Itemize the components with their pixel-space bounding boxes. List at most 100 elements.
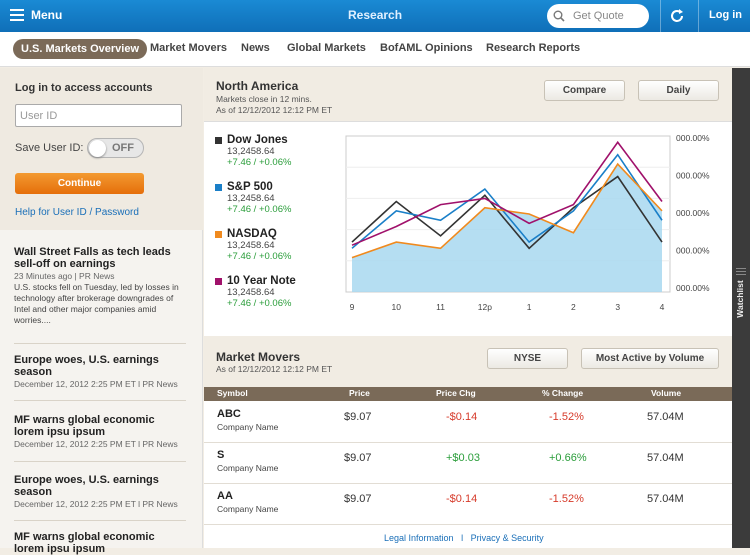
privacy-link[interactable]: Privacy & Security bbox=[471, 533, 544, 543]
page-title: Research bbox=[348, 8, 403, 22]
divider bbox=[14, 520, 186, 521]
nyse-button[interactable]: NYSE bbox=[487, 348, 568, 369]
refresh-button[interactable] bbox=[668, 7, 686, 30]
y-tick-label: 000.00% bbox=[676, 283, 710, 293]
login-link[interactable]: Log in bbox=[709, 9, 742, 21]
news-title: MF warns global economic lorem ipsu ipsu… bbox=[14, 531, 155, 555]
section-title: Market Movers bbox=[216, 350, 301, 364]
price-change: -$0.14 bbox=[446, 411, 478, 423]
y-tick-label: 000.00% bbox=[676, 246, 710, 256]
price: $9.07 bbox=[344, 411, 372, 423]
tab-news[interactable]: News bbox=[241, 42, 270, 54]
footer-separator: l bbox=[461, 533, 464, 543]
market-movers-header: Market Movers As of 12/12/2012 12:12 PM … bbox=[204, 336, 732, 387]
divider bbox=[14, 343, 186, 344]
divider bbox=[14, 400, 186, 401]
user-id-input[interactable]: User ID bbox=[15, 104, 182, 127]
tab-global-markets[interactable]: Global Markets bbox=[287, 42, 366, 54]
search-icon bbox=[553, 10, 565, 22]
main-content: North America Markets close in 12 mins. … bbox=[204, 68, 732, 548]
table-row[interactable]: AA Company Name $9.07 -$0.14 -1.52% 57.04M bbox=[204, 484, 732, 525]
x-tick-label: 1 bbox=[527, 302, 532, 312]
most-active-button[interactable]: Most Active by Volume bbox=[581, 348, 719, 369]
symbol: S bbox=[217, 449, 225, 461]
menu-button[interactable]: Menu bbox=[10, 8, 62, 22]
tab-market-movers[interactable]: Market Movers bbox=[150, 42, 227, 54]
table-row[interactable]: S Company Name $9.07 +$0.03 +0.66% 57.04M bbox=[204, 443, 732, 484]
north-america-header: North America Markets close in 12 mins. … bbox=[204, 68, 732, 122]
tab-research-reports[interactable]: Research Reports bbox=[486, 42, 580, 54]
percent-change: -1.52% bbox=[549, 493, 584, 505]
compare-button[interactable]: Compare bbox=[544, 80, 625, 101]
news-item[interactable]: Europe woes, U.S. earnings season Decemb… bbox=[14, 474, 186, 510]
menu-label: Menu bbox=[31, 8, 63, 22]
as-of-timestamp: As of 12/12/2012 12:12 PM ET bbox=[216, 105, 333, 115]
news-meta: December 12, 2012 2:25 PM ET l PR News bbox=[14, 379, 178, 389]
divider bbox=[660, 0, 661, 32]
company-name: Company Name bbox=[217, 463, 279, 473]
x-tick-label: 4 bbox=[660, 302, 665, 312]
table-header: Symbol Price Price Chg % Change Volume bbox=[204, 387, 732, 401]
y-tick-label: 000.00% bbox=[676, 171, 710, 181]
hamburger-icon bbox=[10, 9, 24, 21]
toggle-state: OFF bbox=[112, 142, 134, 154]
as-of-timestamp: As of 12/12/2012 12:12 PM ET bbox=[216, 364, 333, 374]
tab-bofaml-opinions[interactable]: BofAML Opinions bbox=[380, 42, 473, 54]
divider bbox=[14, 461, 186, 462]
x-tick-label: 9 bbox=[350, 302, 355, 312]
divider bbox=[698, 0, 699, 32]
price-change: +$0.03 bbox=[446, 452, 480, 464]
x-tick-label: 11 bbox=[436, 302, 445, 312]
percent-change: +0.66% bbox=[549, 452, 587, 464]
news-item[interactable]: Wall Street Falls as tech leads sell-off… bbox=[14, 246, 186, 326]
news-meta: December 12, 2012 2:25 PM ET l PR News bbox=[14, 499, 178, 509]
continue-button[interactable]: Continue bbox=[15, 173, 144, 194]
x-tick-label: 2 bbox=[571, 302, 576, 312]
price: $9.07 bbox=[344, 452, 372, 464]
get-quote-input[interactable]: Get Quote bbox=[547, 4, 649, 28]
nav-tabs: U.S. Markets Overview Market Movers News… bbox=[0, 32, 750, 67]
news-title: MF warns global economic lorem ipsu ipsu… bbox=[14, 414, 155, 438]
x-tick-label: 3 bbox=[615, 302, 620, 312]
price-change: -$0.14 bbox=[446, 493, 478, 505]
company-name: Company Name bbox=[217, 504, 279, 514]
news-meta: 23 Minutes ago | PR News bbox=[14, 271, 115, 281]
toggle-knob bbox=[89, 140, 106, 157]
left-panel: Log in to access accounts User ID Save U… bbox=[0, 68, 203, 555]
news-title: Wall Street Falls as tech leads sell-off… bbox=[14, 246, 171, 270]
column-header: Price Chg bbox=[436, 388, 476, 398]
news-item[interactable]: MF warns global economic lorem ipsu ipsu… bbox=[14, 414, 186, 450]
news-item[interactable]: MF warns global economic lorem ipsu ipsu… bbox=[14, 531, 186, 555]
news-body: U.S. stocks fell on Tuesday, led by loss… bbox=[14, 282, 179, 325]
save-user-id-label: Save User ID: bbox=[15, 142, 84, 154]
volume: 57.04M bbox=[647, 493, 684, 505]
column-header: Symbol bbox=[217, 388, 248, 398]
footer-links: Legal Information l Privacy & Security bbox=[384, 533, 544, 543]
grip-line bbox=[736, 268, 746, 269]
percent-change: -1.52% bbox=[549, 411, 584, 423]
column-header: Price bbox=[349, 388, 370, 398]
section-title: North America bbox=[216, 79, 299, 93]
news-item[interactable]: Europe woes, U.S. earnings season Decemb… bbox=[14, 354, 186, 390]
table-row[interactable]: ABC Company Name $9.07 -$0.14 -1.52% 57.04M bbox=[204, 402, 732, 443]
news-title: Europe woes, U.S. earnings season bbox=[14, 474, 159, 498]
get-quote-placeholder: Get Quote bbox=[573, 10, 624, 22]
price: $9.07 bbox=[344, 493, 372, 505]
help-link[interactable]: Help for User ID / Password bbox=[15, 207, 139, 218]
volume: 57.04M bbox=[647, 411, 684, 423]
watchlist-drawer-handle[interactable]: Watchlist bbox=[732, 68, 750, 548]
volume: 57.04M bbox=[647, 452, 684, 464]
news-title: Europe woes, U.S. earnings season bbox=[14, 354, 159, 378]
x-tick-label: 10 bbox=[392, 302, 402, 312]
save-user-id-toggle[interactable]: OFF bbox=[87, 138, 144, 158]
market-chart: 9 10 11 12p 1 2 3 4 000.00% 000.00% 000.00% 000.00%… bbox=[345, 133, 710, 312]
legal-link[interactable]: Legal Information bbox=[384, 533, 454, 543]
grip-line bbox=[736, 274, 746, 275]
grip-line bbox=[736, 271, 746, 272]
tab-us-markets-overview[interactable]: U.S. Markets Overview bbox=[13, 39, 148, 59]
symbol: ABC bbox=[217, 408, 241, 420]
symbol: AA bbox=[217, 490, 233, 502]
y-tick-label: 000.00% bbox=[676, 133, 710, 143]
daily-button[interactable]: Daily bbox=[638, 80, 719, 101]
column-header: % Change bbox=[542, 388, 584, 398]
